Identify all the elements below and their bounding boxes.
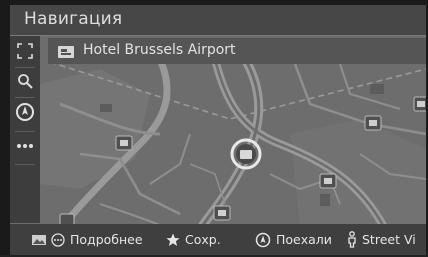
map-hotel-poi-icon[interactable] — [364, 115, 382, 131]
pegman-icon — [348, 231, 356, 248]
map-hotel-poi-icon[interactable] — [115, 135, 133, 151]
street-view-label: Street Vi — [362, 232, 416, 247]
star-icon — [166, 233, 180, 246]
action-bar: Подробнее Сохр. Поехали Street Vi — [10, 224, 426, 255]
save-label: Сохр. — [185, 232, 221, 247]
divider — [15, 97, 35, 98]
go-button[interactable]: Поехали — [255, 224, 332, 255]
map-hotel-poi-icon[interactable] — [413, 96, 426, 112]
map-sidebar — [10, 36, 40, 223]
expand-icon — [17, 43, 33, 59]
thumbnail-icon — [32, 234, 46, 245]
divider — [15, 164, 35, 165]
map-hotel-poi-icon[interactable] — [213, 205, 231, 221]
search-button[interactable] — [14, 70, 36, 92]
destination-bar[interactable]: Hotel Brussels Airport — [48, 38, 426, 64]
divider — [15, 131, 35, 132]
map-view[interactable] — [40, 64, 426, 225]
page-title: Навигация — [24, 9, 123, 29]
go-label: Поехали — [276, 232, 332, 247]
details-label: Подробнее — [70, 232, 143, 247]
divider — [15, 67, 35, 68]
details-button[interactable]: Подробнее — [32, 224, 143, 255]
info-dots-icon — [51, 232, 65, 247]
hotel-icon — [58, 46, 74, 58]
search-icon — [18, 74, 33, 89]
street-view-button[interactable]: Street Vi — [347, 224, 416, 255]
compass-icon — [16, 103, 34, 121]
navigation-screen: Навигация Hotel Brussels Airport Подробн… — [10, 5, 426, 255]
destination-name: Hotel Brussels Airport — [83, 42, 236, 58]
more-button[interactable] — [14, 135, 36, 157]
selected-location-marker[interactable] — [230, 138, 262, 170]
title-bar: Навигация — [10, 5, 426, 36]
map-hotel-poi-icon[interactable] — [319, 173, 337, 189]
more-icon — [17, 144, 33, 148]
navigation-arrow-icon — [255, 232, 271, 247]
save-button[interactable]: Сохр. — [166, 224, 221, 255]
expand-button[interactable] — [14, 40, 36, 62]
compass-button[interactable] — [14, 101, 36, 123]
